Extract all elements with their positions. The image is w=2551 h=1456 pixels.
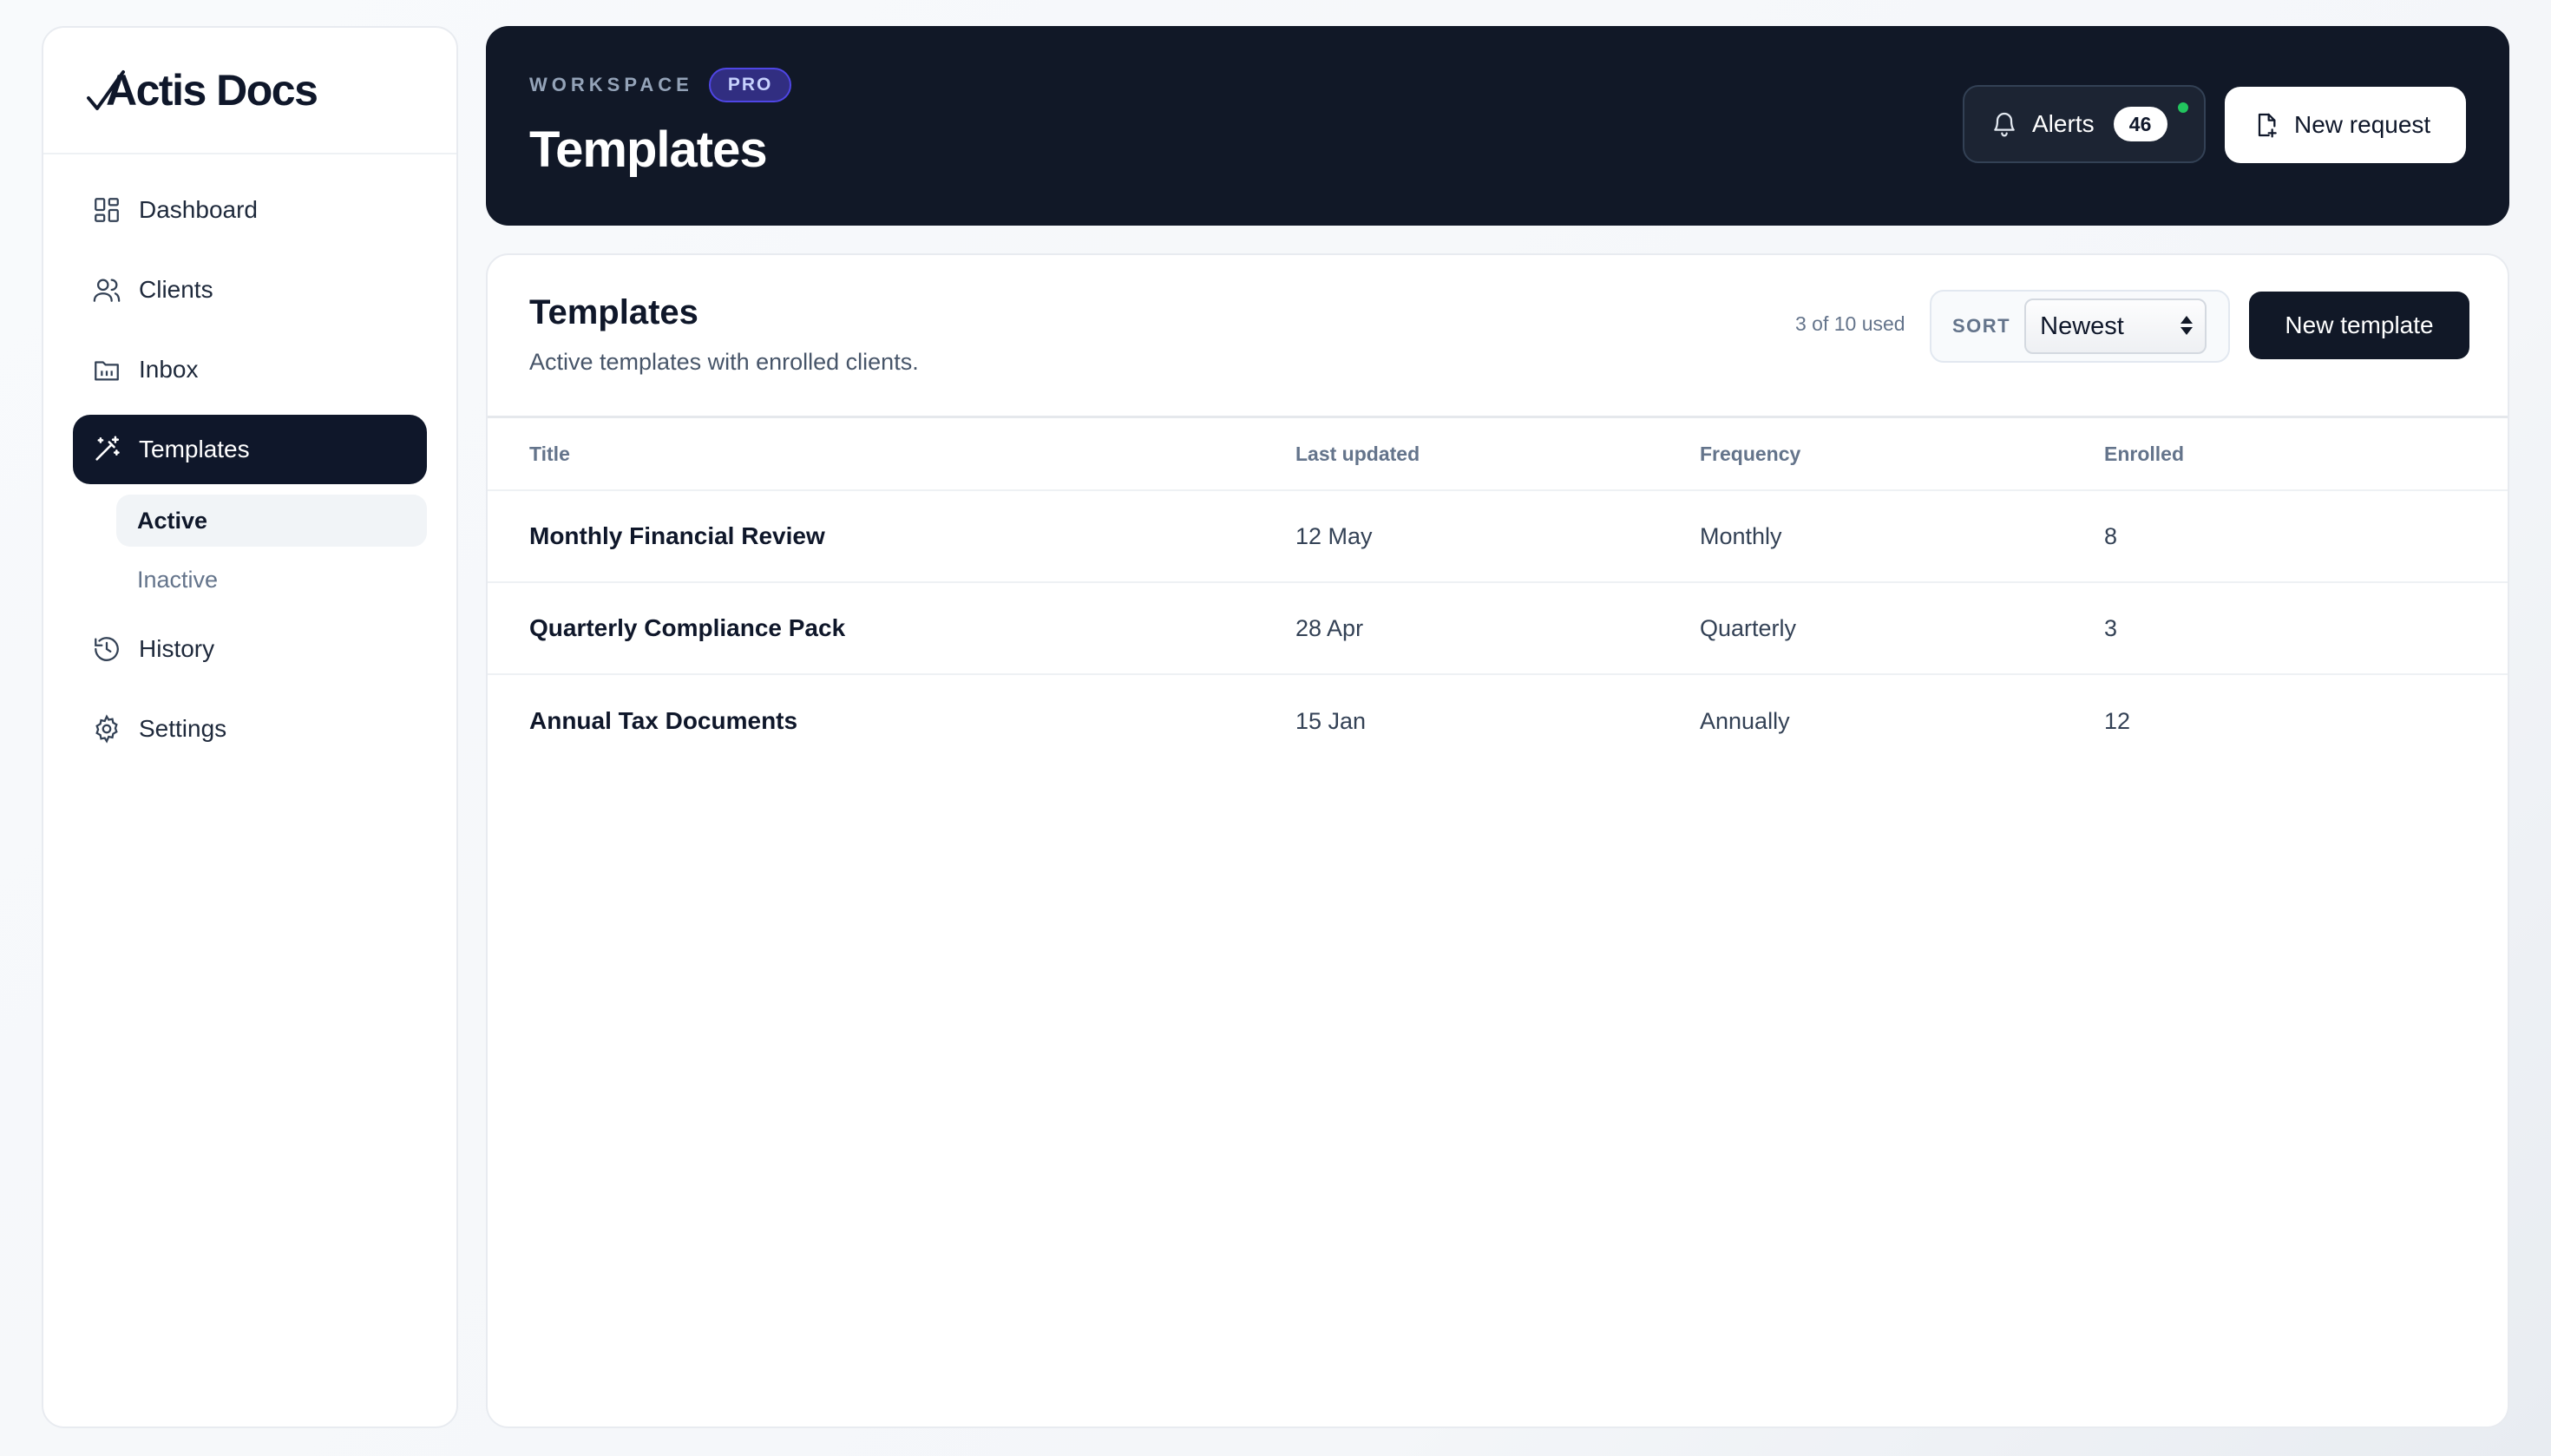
page-title: Templates (529, 121, 768, 178)
sort-control: SORT Newest (1930, 290, 2230, 363)
sidebar-item-inbox[interactable]: Inbox (73, 335, 427, 404)
column-header-last-updated[interactable]: Last updated (1295, 443, 1700, 466)
history-icon (92, 634, 121, 664)
sidebar-item-settings[interactable]: Settings (73, 694, 427, 764)
templates-subnav: Active Inactive (73, 495, 427, 606)
sort-label: SORT (1952, 315, 2011, 337)
card-header: Templates Active templates with enrolled… (488, 255, 2508, 418)
row-last-updated: 28 Apr (1295, 614, 1364, 641)
sidebar-item-dashboard[interactable]: Dashboard (73, 175, 427, 245)
brand-name: Actis Docs (106, 66, 318, 115)
table-header: Title Last updated Frequency Enrolled (488, 418, 2508, 491)
brand: Actis Docs (43, 28, 456, 154)
column-header-enrolled[interactable]: Enrolled (2104, 443, 2508, 466)
sidebar: Actis Docs Dashboard Clients Inbox Templ… (42, 26, 458, 1428)
status-dot (2176, 101, 2190, 115)
sidebar-item-label: Clients (139, 276, 213, 303)
row-last-updated: 12 May (1295, 522, 1373, 549)
page-header: WORKSPACE PRO Templates Alerts 46 New re… (486, 26, 2509, 226)
new-template-button[interactable]: New template (2249, 292, 2469, 359)
file-plus-icon (2253, 111, 2280, 139)
sidebar-item-clients[interactable]: Clients (73, 255, 427, 325)
row-last-updated: 15 Jan (1295, 707, 1367, 734)
workspace-eyebrow: WORKSPACE PRO (529, 68, 792, 102)
usage-count: 3 of 10 used (1795, 312, 1905, 335)
sidebar-item-label: Dashboard (139, 196, 258, 223)
row-title[interactable]: Annual Tax Documents (488, 707, 1295, 735)
alerts-label: Alerts (2032, 110, 2095, 137)
subnav-item-inactive[interactable]: Inactive (116, 554, 427, 606)
row-title[interactable]: Quarterly Compliance Pack (488, 614, 1295, 642)
gear-icon (92, 714, 121, 744)
sidebar-item-label: History (139, 635, 215, 662)
templates-card: Templates Active templates with enrolled… (486, 253, 2509, 1428)
users-icon (92, 275, 121, 305)
sidebar-item-label: Settings (139, 715, 227, 742)
row-enrolled: 3 (2104, 614, 2118, 641)
sidebar-item-templates[interactable]: Templates (73, 415, 427, 484)
row-frequency: Monthly (1700, 522, 1782, 549)
row-title[interactable]: Monthly Financial Review (488, 522, 1295, 550)
row-frequency: Annually (1700, 707, 1790, 734)
sidebar-item-history[interactable]: History (73, 614, 427, 684)
row-enrolled: 12 (2104, 707, 2131, 734)
templates-table: Title Last updated Frequency Enrolled Mo… (488, 418, 2508, 767)
brand-logo[interactable]: Actis Docs (85, 62, 318, 119)
table-row[interactable]: Annual Tax Documents 15 Jan Annually 12 (488, 675, 2508, 767)
table-row[interactable]: Quarterly Compliance Pack 28 Apr Quarter… (488, 583, 2508, 675)
table-row[interactable]: Monthly Financial Review 12 May Monthly … (488, 491, 2508, 583)
alerts-count-badge: 46 (2113, 107, 2167, 141)
bell-icon (1990, 110, 2018, 138)
workspace-label: WORKSPACE (529, 74, 693, 95)
new-request-label: New request (2294, 111, 2431, 138)
plan-badge: PRO (708, 68, 792, 102)
subnav-item-active[interactable]: Active (116, 495, 427, 547)
sidebar-nav: Dashboard Clients Inbox Templates Active… (43, 154, 456, 764)
inbox-icon (92, 355, 121, 384)
row-enrolled: 8 (2104, 522, 2118, 549)
row-frequency: Quarterly (1700, 614, 1797, 641)
sort-selected-value: Newest (2040, 312, 2124, 340)
magic-wand-icon (92, 435, 121, 464)
card-subtitle: Active templates with enrolled clients. (529, 349, 919, 375)
dashboard-icon (92, 195, 121, 225)
sidebar-item-label: Inbox (139, 356, 199, 383)
select-arrows-icon (2180, 316, 2194, 335)
sidebar-item-label: Templates (139, 436, 250, 462)
card-title: Templates (529, 293, 698, 331)
column-header-title[interactable]: Title (488, 443, 1295, 466)
sort-select[interactable]: Newest (2024, 298, 2207, 354)
new-request-button[interactable]: New request (2225, 87, 2466, 163)
alerts-button[interactable]: Alerts 46 (1963, 85, 2206, 163)
column-header-frequency[interactable]: Frequency (1700, 443, 2104, 466)
